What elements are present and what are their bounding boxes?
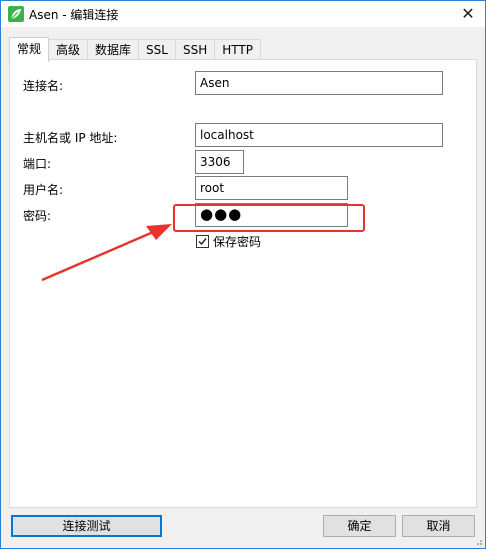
username-label: 用户名: [23,183,64,197]
test-connection-button[interactable]: 连接测试 [11,515,162,537]
window-title: Asen - 编辑连接 [29,8,119,22]
tab-general[interactable]: 常规 [9,37,50,62]
tab-bar: 常规 高级 数据库 SSL SSH HTTP [9,37,261,62]
ok-button[interactable]: 确定 [323,515,396,537]
title-bar[interactable]: Asen - 编辑连接 ✕ [1,1,485,27]
tab-advanced[interactable]: 高级 [48,39,89,60]
save-password-checkbox-row[interactable]: 保存密码 [196,233,261,250]
port-label: 端口: [23,157,52,171]
host-input[interactable] [195,123,443,147]
connection-name-input[interactable] [195,71,443,95]
edit-connection-dialog: Asen - 编辑连接 ✕ 常规 高级 数据库 SSL SSH HTTP 连接名… [0,0,486,549]
tab-ssl[interactable]: SSL [138,39,176,60]
cancel-button[interactable]: 取消 [402,515,475,537]
password-highlight-box [173,204,365,232]
host-label: 主机名或 IP 地址: [23,131,118,145]
connection-name-label: 连接名: [23,79,64,93]
navicat-leaf-icon [8,6,24,22]
close-icon[interactable]: ✕ [457,3,479,25]
red-arrow-annotation [41,224,172,282]
checkmark-icon [198,238,207,246]
resize-grip-icon[interactable] [473,536,483,546]
save-password-label: 保存密码 [213,235,262,249]
tab-http[interactable]: HTTP [214,39,261,60]
tab-ssh[interactable]: SSH [174,39,216,60]
username-input[interactable] [195,176,348,200]
tab-database[interactable]: 数据库 [87,39,140,60]
general-tab-panel: 连接名: 主机名或 IP 地址: 端口: 用户名: 密码: 保存密码 [9,59,477,508]
save-password-checkbox[interactable] [196,235,209,248]
port-input[interactable] [195,150,244,174]
